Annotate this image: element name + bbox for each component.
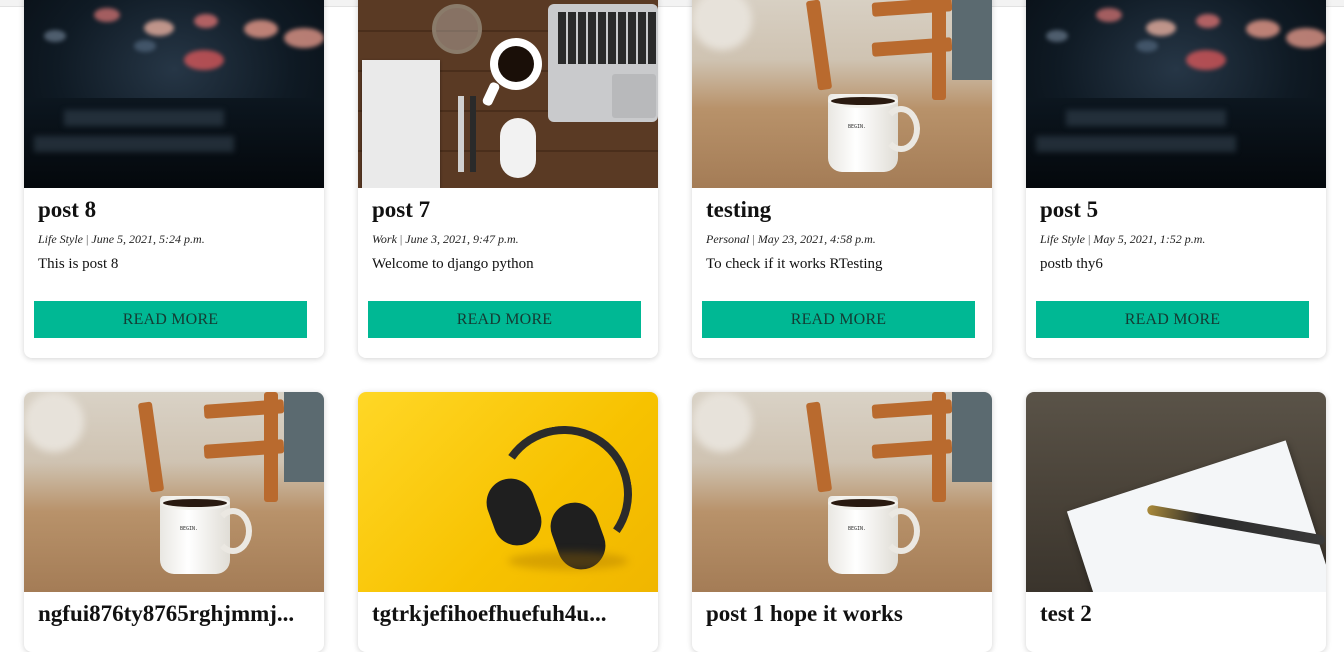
post-meta: Life Style | May 5, 2021, 1:52 p.m.: [1040, 232, 1206, 246]
post-category: Life Style: [1040, 232, 1085, 246]
post-thumbnail-coffee[interactable]: BEGIN.: [24, 392, 324, 592]
post-title[interactable]: post 5: [1040, 198, 1312, 222]
post-card: post 8 Life Style | June 5, 2021, 5:24 p.m…: [24, 0, 324, 358]
post-excerpt: To check if it works RTesting: [706, 256, 883, 272]
post-category: Personal: [706, 232, 750, 246]
post-title[interactable]: tgtrkjefihoefhuefuh4u...: [372, 602, 644, 626]
post-card: tgtrkjefihoefhuefuh4u...: [358, 392, 658, 652]
post-card: BEGIN. testing Personal | May 23, 2021, 4:…: [692, 0, 992, 358]
post-card: BEGIN. ngfui876ty8765rghjmmj...: [24, 392, 324, 652]
post-title[interactable]: testing: [706, 198, 978, 222]
post-thumbnail-coffee[interactable]: BEGIN.: [692, 392, 992, 592]
post-thumbnail-notebook[interactable]: [1026, 392, 1326, 592]
post-excerpt: postb thy6: [1040, 256, 1103, 272]
post-excerpt: This is post 8: [38, 256, 119, 272]
post-title[interactable]: ngfui876ty8765rghjmmj...: [38, 602, 310, 626]
post-title[interactable]: post 8: [38, 198, 310, 222]
post-card: test 2: [1026, 392, 1326, 652]
post-meta: Personal | May 23, 2021, 4:58 p.m.: [706, 232, 876, 246]
read-more-button[interactable]: READ MORE: [34, 301, 307, 338]
post-category: Work: [372, 232, 397, 246]
post-title[interactable]: test 2: [1040, 602, 1312, 626]
post-thumbnail-headphones[interactable]: [358, 392, 658, 592]
posts-grid: post 8 Life Style | June 5, 2021, 5:24 p.m…: [0, 0, 1344, 652]
post-meta: Work | June 3, 2021, 9:47 p.m.: [372, 232, 519, 246]
post-title[interactable]: post 1 hope it works: [706, 602, 978, 626]
read-more-button[interactable]: READ MORE: [1036, 301, 1309, 338]
post-meta: Life Style | June 5, 2021, 5:24 p.m.: [38, 232, 205, 246]
post-title[interactable]: post 7: [372, 198, 644, 222]
post-card: post 7 Work | June 3, 2021, 9:47 p.m. Welc…: [358, 0, 658, 358]
post-date: June 5, 2021, 5:24 p.m.: [91, 232, 205, 246]
post-date: May 5, 2021, 1:52 p.m.: [1093, 232, 1206, 246]
post-card: post 5 Life Style | May 5, 2021, 1:52 p.m.…: [1026, 0, 1326, 358]
post-thumbnail-bokeh-night[interactable]: [24, 0, 324, 188]
post-excerpt: Welcome to django python: [372, 256, 534, 272]
post-thumbnail-coffee[interactable]: BEGIN.: [692, 0, 992, 188]
post-thumbnail-bokeh-night[interactable]: [1026, 0, 1326, 188]
post-date: June 3, 2021, 9:47 p.m.: [405, 232, 519, 246]
read-more-button[interactable]: READ MORE: [368, 301, 641, 338]
post-thumbnail-desk[interactable]: [358, 0, 658, 188]
read-more-button[interactable]: READ MORE: [702, 301, 975, 338]
post-card: BEGIN. post 1 hope it works: [692, 392, 992, 652]
post-date: May 23, 2021, 4:58 p.m.: [757, 232, 876, 246]
post-category: Life Style: [38, 232, 83, 246]
